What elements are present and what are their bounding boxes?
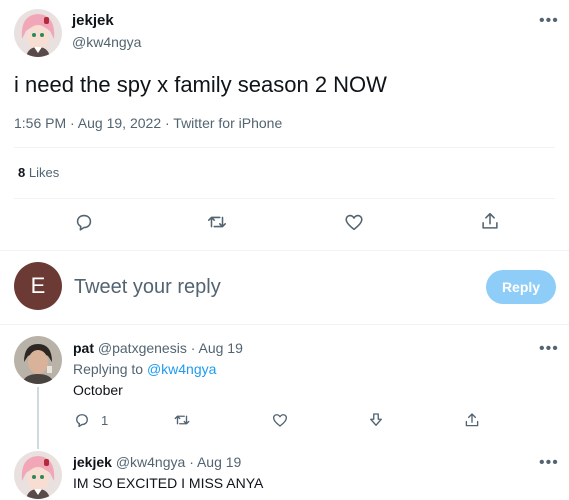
- composer-avatar: E: [14, 262, 62, 310]
- reply-icon[interactable]: [73, 411, 91, 429]
- divider: [14, 147, 555, 148]
- reply-author-handle[interactable]: @patxgenesis: [98, 340, 187, 356]
- reply-author-name[interactable]: pat: [73, 340, 94, 356]
- divider: [14, 198, 555, 199]
- reply-input[interactable]: Tweet your reply: [74, 276, 464, 299]
- like-icon[interactable]: [343, 211, 365, 233]
- author-handle[interactable]: @kw4ngya: [72, 34, 141, 50]
- reply-count: 1: [101, 413, 109, 428]
- thread-line: [37, 387, 39, 449]
- share-icon[interactable]: [479, 210, 501, 232]
- replying-to-link[interactable]: @kw4ngya: [147, 361, 216, 377]
- share-icon[interactable]: [463, 411, 481, 429]
- reply-date[interactable]: · Aug 19: [191, 340, 243, 356]
- reply-text: October: [73, 382, 123, 398]
- divider: [0, 324, 569, 325]
- retweet-icon[interactable]: [173, 411, 191, 429]
- retweet-icon[interactable]: [206, 211, 228, 233]
- reply-author-name[interactable]: jekjek: [73, 454, 112, 470]
- reply-author-avatar[interactable]: [14, 336, 62, 384]
- tweet-meta: 1:56 PM · Aug 19, 2022 · Twitter for iPh…: [14, 115, 283, 131]
- reply-date[interactable]: · Aug 19: [189, 454, 241, 470]
- composer-avatar-letter: E: [30, 273, 46, 298]
- reply-button[interactable]: Reply: [486, 270, 556, 304]
- reply-icon[interactable]: [73, 211, 95, 233]
- likes-label: Likes: [28, 165, 60, 180]
- reply-author-handle[interactable]: @kw4ngya: [116, 454, 185, 470]
- reply-header: pat @patxgenesis · Aug 19: [73, 340, 243, 356]
- like-icon[interactable]: [271, 411, 289, 429]
- reply-header: jekjek @kw4ngya · Aug 19: [73, 454, 241, 470]
- tweet-text: i need the spy x family season 2 NOW: [14, 72, 387, 97]
- download-icon[interactable]: [367, 411, 385, 429]
- replying-to: Replying to @kw4ngya: [73, 361, 216, 377]
- author-avatar[interactable]: [14, 9, 62, 57]
- more-icon[interactable]: •••: [539, 13, 559, 29]
- reply-author-avatar[interactable]: [14, 451, 62, 499]
- author-name[interactable]: jekjek: [72, 12, 114, 29]
- divider: [0, 250, 569, 251]
- likes-count: 8: [18, 165, 26, 180]
- replying-to-label: Replying to: [73, 361, 144, 377]
- more-icon[interactable]: •••: [539, 455, 559, 471]
- reply-text: IM SO EXCITED I MISS ANYA: [73, 475, 264, 491]
- likes-stat[interactable]: 8 Likes: [18, 165, 59, 180]
- more-icon[interactable]: •••: [539, 341, 559, 357]
